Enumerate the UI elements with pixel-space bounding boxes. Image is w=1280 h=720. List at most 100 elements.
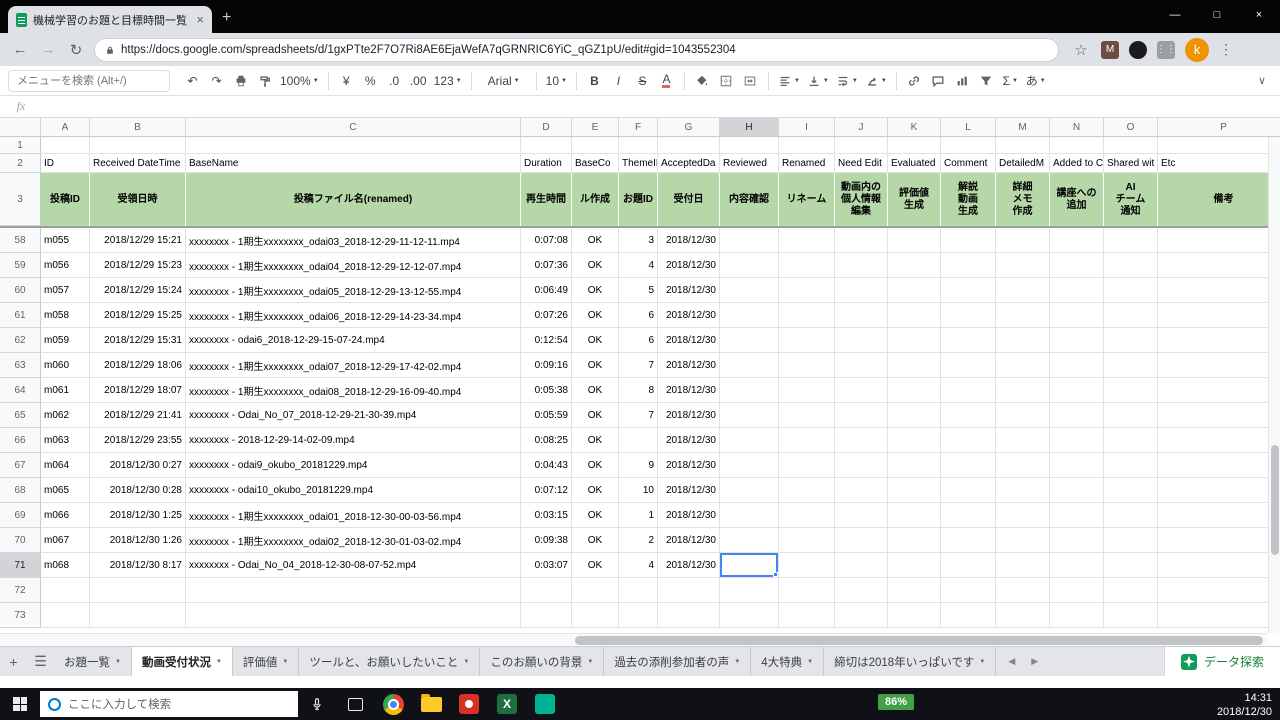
taskbar-clock[interactable]: 14:31 2018/12/30: [1217, 692, 1272, 720]
cell-E59[interactable]: OK: [572, 253, 619, 278]
cell-G62[interactable]: 2018/12/30: [658, 328, 720, 353]
cell-G72[interactable]: [658, 578, 720, 603]
cell-D67[interactable]: 0:04:43: [521, 453, 572, 478]
microphone-icon[interactable]: [298, 688, 336, 720]
cell-K58[interactable]: [888, 228, 941, 253]
column-header-L[interactable]: L: [941, 118, 996, 137]
cell-K59[interactable]: [888, 253, 941, 278]
cell-M67[interactable]: [996, 453, 1050, 478]
cell-N70[interactable]: [1050, 528, 1104, 553]
cell-B1[interactable]: [90, 137, 186, 154]
cell-A66[interactable]: m063: [41, 428, 90, 453]
zoom-select[interactable]: 100% ▼: [277, 69, 322, 93]
file-explorer-taskbar-icon[interactable]: [412, 688, 450, 720]
cell-B3[interactable]: 受領日時: [90, 173, 186, 226]
cell-L2[interactable]: Comment: [941, 154, 996, 173]
tab-dropdown-icon[interactable]: ▼: [115, 659, 121, 665]
cell-C61[interactable]: xxxxxxxx - 1期生xxxxxxxx_odai06_2018-12-29…: [186, 303, 521, 328]
tab-dropdown-icon[interactable]: ▼: [463, 659, 469, 665]
cell-F71[interactable]: 4: [619, 553, 658, 578]
input-tools-button[interactable]: あ ▼: [1023, 69, 1049, 93]
reload-icon[interactable]: ↻: [66, 41, 86, 59]
cell-J2[interactable]: Need Edit: [835, 154, 888, 173]
cell-J64[interactable]: [835, 378, 888, 403]
row-header-63[interactable]: 63: [0, 353, 41, 378]
currency-format-button[interactable]: ¥: [335, 69, 358, 93]
cell-L72[interactable]: [941, 578, 996, 603]
cell-I2[interactable]: Renamed: [779, 154, 835, 173]
cell-D61[interactable]: 0:07:26: [521, 303, 572, 328]
cell-N61[interactable]: [1050, 303, 1104, 328]
vertical-scrollbar[interactable]: [1268, 137, 1280, 633]
cell-I72[interactable]: [779, 578, 835, 603]
cell-L60[interactable]: [941, 278, 996, 303]
cell-I64[interactable]: [779, 378, 835, 403]
cell-P2[interactable]: Etc: [1158, 154, 1280, 173]
cell-P59[interactable]: [1158, 253, 1280, 278]
cell-A69[interactable]: m066: [41, 503, 90, 528]
cell-A1[interactable]: [41, 137, 90, 154]
cell-M70[interactable]: [996, 528, 1050, 553]
cell-A59[interactable]: m056: [41, 253, 90, 278]
cell-O70[interactable]: [1104, 528, 1158, 553]
column-header-O[interactable]: O: [1104, 118, 1158, 137]
cell-M61[interactable]: [996, 303, 1050, 328]
cell-G1[interactable]: [658, 137, 720, 154]
cell-G64[interactable]: 2018/12/30: [658, 378, 720, 403]
task-view-button[interactable]: [336, 688, 374, 720]
cell-P70[interactable]: [1158, 528, 1280, 553]
cell-J73[interactable]: [835, 603, 888, 628]
cell-O67[interactable]: [1104, 453, 1158, 478]
font-size-select[interactable]: 10 ▼: [543, 69, 570, 93]
insert-comment-button[interactable]: [927, 69, 950, 93]
cell-K62[interactable]: [888, 328, 941, 353]
cell-N68[interactable]: [1050, 478, 1104, 503]
cell-O1[interactable]: [1104, 137, 1158, 154]
cell-O62[interactable]: [1104, 328, 1158, 353]
insert-chart-button[interactable]: [951, 69, 974, 93]
cell-B58[interactable]: 2018/12/29 15:21: [90, 228, 186, 253]
cell-C66[interactable]: xxxxxxxx - 2018-12-29-14-02-09.mp4: [186, 428, 521, 453]
cell-I70[interactable]: [779, 528, 835, 553]
cell-J66[interactable]: [835, 428, 888, 453]
menu-search-input[interactable]: [8, 69, 170, 92]
cell-A71[interactable]: m068: [41, 553, 90, 578]
cell-L69[interactable]: [941, 503, 996, 528]
cell-I68[interactable]: [779, 478, 835, 503]
cell-C58[interactable]: xxxxxxxx - 1期生xxxxxxxx_odai03_2018-12-29…: [186, 228, 521, 253]
cell-P63[interactable]: [1158, 353, 1280, 378]
row-header-68[interactable]: 68: [0, 478, 41, 503]
column-header-M[interactable]: M: [996, 118, 1050, 137]
cell-I62[interactable]: [779, 328, 835, 353]
cell-H59[interactable]: [720, 253, 779, 278]
cell-B71[interactable]: 2018/12/30 8:17: [90, 553, 186, 578]
cell-F58[interactable]: 3: [619, 228, 658, 253]
column-header-K[interactable]: K: [888, 118, 941, 137]
cell-K69[interactable]: [888, 503, 941, 528]
sheet-tab-6[interactable]: 過去の添削参加者の声 ▼: [604, 647, 752, 676]
cell-K2[interactable]: Evaluated: [888, 154, 941, 173]
cell-L64[interactable]: [941, 378, 996, 403]
cell-N69[interactable]: [1050, 503, 1104, 528]
cell-O60[interactable]: [1104, 278, 1158, 303]
cell-G73[interactable]: [658, 603, 720, 628]
cell-P71[interactable]: [1158, 553, 1280, 578]
start-button[interactable]: [0, 688, 40, 720]
cell-M2[interactable]: DetailedM: [996, 154, 1050, 173]
cell-E2[interactable]: BaseCo: [572, 154, 619, 173]
cell-E68[interactable]: OK: [572, 478, 619, 503]
cell-I61[interactable]: [779, 303, 835, 328]
cell-M59[interactable]: [996, 253, 1050, 278]
scroll-tabs-right-icon[interactable]: ▶: [1031, 656, 1038, 667]
scroll-tabs-left-icon[interactable]: ◀: [1008, 656, 1015, 667]
cell-A73[interactable]: [41, 603, 90, 628]
decrease-decimal-button[interactable]: .0: [383, 69, 406, 93]
cell-L70[interactable]: [941, 528, 996, 553]
cell-P58[interactable]: [1158, 228, 1280, 253]
sheet-tab-2[interactable]: 動画受付状況 ▼: [131, 647, 233, 676]
cell-K61[interactable]: [888, 303, 941, 328]
cell-M3[interactable]: 詳細 メモ 作成: [996, 173, 1050, 226]
cell-J71[interactable]: [835, 553, 888, 578]
column-header-N[interactable]: N: [1050, 118, 1104, 137]
cell-K60[interactable]: [888, 278, 941, 303]
